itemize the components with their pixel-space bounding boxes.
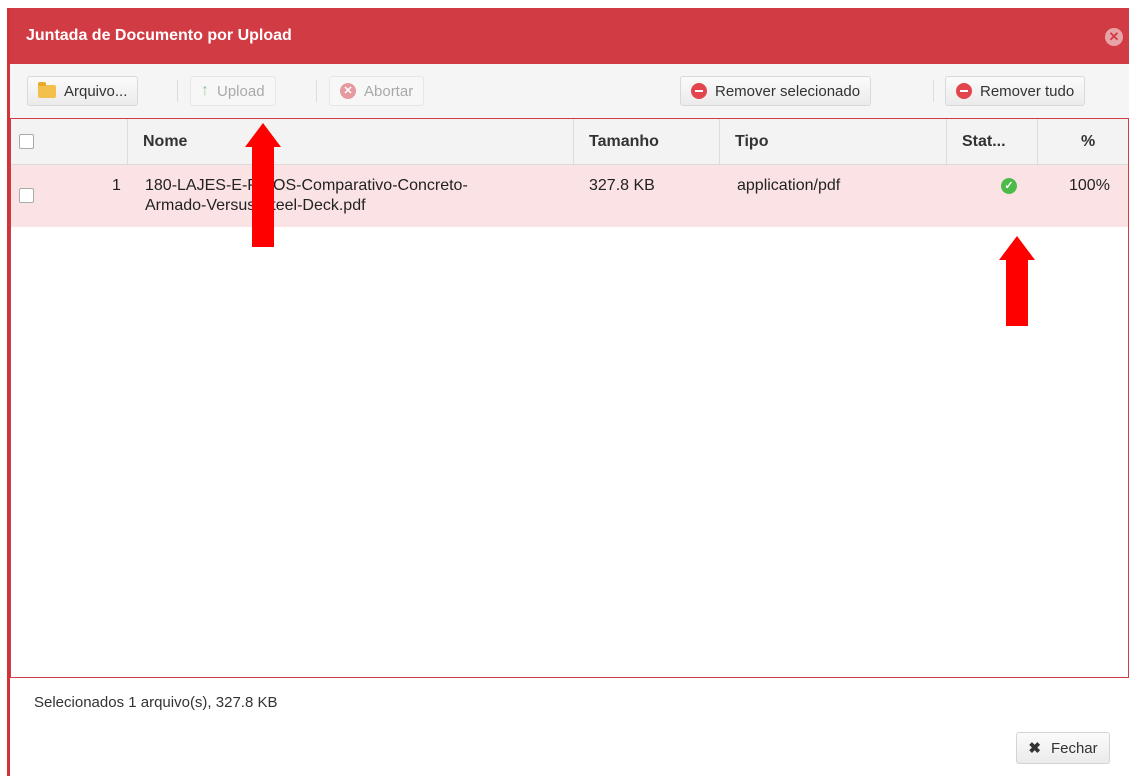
upload-label: Upload (217, 82, 265, 100)
column-header-status[interactable]: Stat... (947, 119, 1038, 164)
toolbar-separator (177, 80, 178, 102)
dialog-titlebar: Juntada de Documento por Upload ✕ (10, 8, 1129, 64)
column-header-nome[interactable]: Nome (128, 119, 574, 164)
file-name-line-1: 180-LAJES-E-PISOS-Comparativo-Concreto- (145, 177, 468, 194)
abortar-button[interactable]: ✕ Abortar (329, 76, 425, 106)
fechar-label: Fechar (1050, 739, 1098, 757)
grid-header: Nome Tamanho Tipo Stat... % (11, 119, 1128, 165)
abortar-label: Abortar (364, 82, 414, 100)
dialog-title: Juntada de Documento por Upload (26, 27, 292, 44)
upload-dialog: Juntada de Documento por Upload ✕ Arquiv… (7, 8, 1129, 776)
arquivo-label: Arquivo... (64, 82, 128, 100)
check-circle-icon: ✓ (1001, 178, 1017, 194)
column-header-tipo[interactable]: Tipo (720, 119, 947, 164)
remove-icon (956, 83, 972, 99)
remover-selecionado-button[interactable]: Remover selecionado (680, 76, 872, 106)
toolbar: Arquivo... ↑ Upload ✕ Abortar Remover se… (10, 64, 1129, 119)
toolbar-separator (316, 80, 317, 102)
table-row[interactable]: 1 180-LAJES-E-PISOS-Comparativo-Concreto… (11, 165, 1128, 227)
column-header-percent[interactable]: % (1038, 119, 1129, 164)
file-name: 180-LAJES-E-PISOS-Comparativo-Concreto- … (145, 176, 565, 216)
header-checkbox-cell (11, 119, 128, 164)
remove-icon (691, 83, 707, 99)
file-percent: 100% (1069, 177, 1110, 194)
abort-x-icon: ✕ (340, 83, 356, 99)
annotation-arrow-up-icon (997, 236, 1037, 326)
close-icon[interactable]: ✕ (1105, 28, 1123, 46)
remover-tudo-button[interactable]: Remover tudo (945, 76, 1086, 106)
select-all-checkbox[interactable] (19, 134, 34, 149)
remover-tudo-label: Remover tudo (980, 82, 1075, 100)
column-header-tamanho[interactable]: Tamanho (574, 119, 720, 164)
row-index: 1 (112, 177, 121, 194)
file-name-line-2: Armado-Versus-Steel-Deck.pdf (145, 196, 565, 216)
fechar-button[interactable]: ✖ Fechar (1016, 732, 1110, 764)
file-type: application/pdf (737, 177, 841, 194)
arquivo-button[interactable]: Arquivo... (27, 76, 139, 106)
selection-summary: Selecionados 1 arquivo(s), 327.8 KB (34, 694, 278, 711)
row-checkbox[interactable] (19, 188, 34, 203)
toolbar-separator (933, 80, 934, 102)
close-x-icon: ✖ (1028, 740, 1041, 757)
file-grid: Nome Tamanho Tipo Stat... % 1 180-LAJES-… (10, 118, 1129, 678)
file-size: 327.8 KB (589, 177, 655, 194)
upload-arrow-icon: ↑ (201, 82, 209, 99)
annotation-arrow-up-icon (243, 123, 283, 247)
folder-icon (38, 81, 56, 98)
remover-selecionado-label: Remover selecionado (715, 82, 861, 100)
upload-button[interactable]: ↑ Upload (190, 76, 276, 106)
